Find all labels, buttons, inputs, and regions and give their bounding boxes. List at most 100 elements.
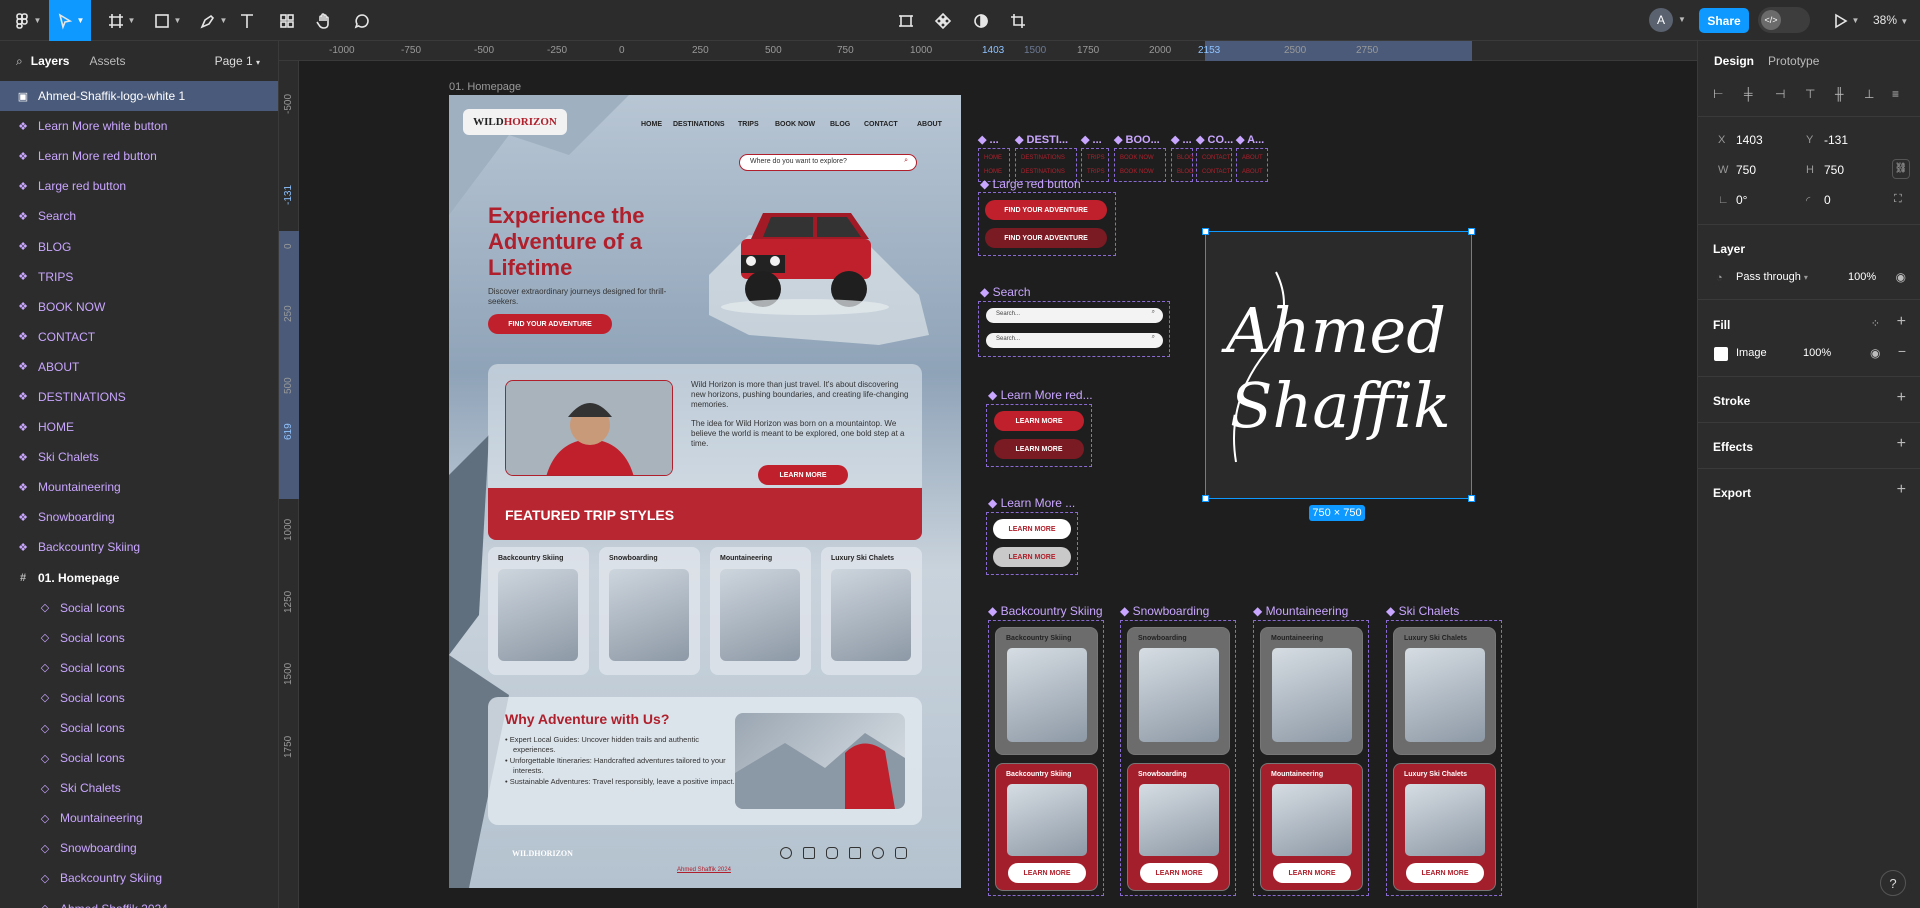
nav-variant[interactable]: BLOG	[1177, 155, 1194, 161]
learn-more-white-label[interactable]: ◆ Learn More ...	[988, 496, 1075, 510]
align-center-h-icon[interactable]: ╪	[1744, 87, 1758, 101]
learn-more-red-button-hover[interactable]: LEARN MORE	[994, 439, 1084, 459]
align-top-icon[interactable]: ⊤	[1805, 87, 1819, 101]
nav-variant[interactable]: DESTINATIONS	[1021, 155, 1065, 161]
search-component-label[interactable]: ◆ Search	[980, 285, 1031, 299]
layer-row[interactable]: ❖ TRIPS	[0, 262, 278, 292]
trip-card[interactable]: Luxury Ski Chalets	[821, 547, 922, 675]
hand-tool-button[interactable]	[313, 0, 335, 41]
trip-card[interactable]: Mountaineering	[710, 547, 811, 675]
trip-card-hover[interactable]: Mountaineering LEARN MORE	[1260, 763, 1363, 891]
zoom-level[interactable]: 38% ▼	[1873, 13, 1908, 27]
nav-component-label[interactable]: ◆ ...	[1081, 133, 1102, 146]
nav-component-label[interactable]: ◆ DESTI...	[1015, 133, 1068, 146]
layer-row[interactable]: ◇ Social Icons	[0, 653, 278, 683]
layer-row[interactable]: ◇ Ski Chalets	[0, 773, 278, 803]
add-export-icon[interactable]: +	[1897, 481, 1906, 499]
tab-design[interactable]: Design	[1714, 54, 1754, 68]
layer-row[interactable]: ◇ Mountaineering	[0, 803, 278, 833]
eye-icon[interactable]: ◉	[1896, 270, 1906, 284]
layer-row[interactable]: ❖ DESTINATIONS	[0, 382, 278, 412]
resize-handle[interactable]	[1468, 228, 1475, 235]
pen-tool-button[interactable]: ▼	[194, 0, 232, 41]
learn-more-white-set[interactable]: LEARN MORE LEARN MORE	[986, 512, 1078, 575]
trip-card-default[interactable]: Luxury Ski Chalets	[1393, 627, 1496, 755]
layer-row[interactable]: ◇ Snowboarding	[0, 833, 278, 863]
search-input[interactable]: Search... ⌕	[986, 308, 1163, 323]
canvas[interactable]: 01. Homepage WILD HORIZON HOME DESTINATIO…	[300, 61, 1697, 908]
trip-component-label[interactable]: ◆ Ski Chalets	[1386, 604, 1459, 618]
nav-component-label[interactable]: ◆ A...	[1236, 133, 1264, 146]
instagram-icon[interactable]	[826, 847, 838, 859]
fill-opacity-input[interactable]: 100%	[1803, 347, 1831, 359]
large-red-button-hover[interactable]: FIND YOUR ADVENTURE	[985, 228, 1107, 248]
layer-row[interactable]: ◇ Social Icons	[0, 593, 278, 623]
contrast-button[interactable]	[970, 0, 992, 41]
independent-corners-icon[interactable]: ⛶	[1894, 193, 1902, 206]
distribute-icon[interactable]: ≡	[1892, 87, 1906, 101]
trip-card-hover[interactable]: Luxury Ski Chalets LEARN MORE	[1393, 763, 1496, 891]
trip-component-label[interactable]: ◆ Snowboarding	[1120, 604, 1209, 618]
layer-row[interactable]: ❖ ABOUT	[0, 352, 278, 382]
nav-variant[interactable]: TRIPS	[1087, 169, 1105, 175]
homepage-frame[interactable]: WILD HORIZON HOME DESTINATIONS TRIPS BOOK…	[449, 95, 961, 888]
large-red-button[interactable]: FIND YOUR ADVENTURE	[985, 200, 1107, 220]
move-tool-button[interactable]: ▼	[49, 0, 91, 41]
resources-tool-button[interactable]	[276, 0, 298, 41]
layer-row[interactable]: ◇ Social Icons	[0, 623, 278, 653]
tab-prototype[interactable]: Prototype	[1768, 54, 1819, 68]
tab-assets[interactable]: Assets	[89, 54, 125, 68]
add-fill-icon[interactable]: +	[1897, 313, 1906, 331]
x-input[interactable]: 1403	[1736, 133, 1763, 147]
nav-contact[interactable]: CONTACT	[864, 121, 898, 128]
nav-component-set[interactable]: BLOG BLOG	[1171, 148, 1194, 182]
layer-row[interactable]: ❖ HOME	[0, 412, 278, 442]
trip-card-default[interactable]: Mountaineering	[1260, 627, 1363, 755]
page-selector[interactable]: Page 1 ▾	[215, 54, 260, 68]
layer-row[interactable]: ◇ Social Icons	[0, 683, 278, 713]
text-tool-button[interactable]	[236, 0, 258, 41]
youtube-icon[interactable]	[895, 847, 907, 859]
remove-fill-icon[interactable]: −	[1898, 343, 1906, 359]
nav-variant[interactable]: TRIPS	[1087, 155, 1105, 161]
help-button[interactable]: ?	[1880, 870, 1906, 896]
layer-row[interactable]: ◇ Social Icons	[0, 743, 278, 773]
y-input[interactable]: -131	[1824, 133, 1848, 147]
nav-variant[interactable]: HOME	[984, 169, 1002, 175]
layer-opacity-input[interactable]: 100%	[1848, 271, 1876, 283]
learn-more-red-set[interactable]: LEARN MORE LEARN MORE	[986, 404, 1092, 467]
search-input[interactable]: Search... ⌕	[986, 333, 1163, 348]
crop-button[interactable]	[1007, 0, 1029, 41]
nav-variant[interactable]: BLOG	[1177, 169, 1194, 175]
layer-row[interactable]: ❖ Ski Chalets	[0, 442, 278, 472]
layer-row[interactable]: ❖ Large red button	[0, 171, 278, 201]
dev-mode-toggle[interactable]: </>	[1758, 7, 1810, 33]
trip-component-set[interactable]: Snowboarding Snowboarding LEARN MORE	[1120, 620, 1236, 896]
trip-card-default[interactable]: Backcountry Skiing	[995, 627, 1098, 755]
trip-component-set[interactable]: Luxury Ski Chalets Luxury Ski Chalets LEAR…	[1386, 620, 1502, 896]
layer-row[interactable]: ❖ Learn More red button	[0, 141, 278, 171]
layer-row[interactable]: ❖ Snowboarding	[0, 502, 278, 532]
nav-component-label[interactable]: ◆ ...	[978, 133, 999, 146]
tab-layers[interactable]: Layers	[31, 54, 70, 68]
nav-component-label[interactable]: ◆ ...	[1171, 133, 1192, 146]
linkedin-icon[interactable]	[849, 847, 861, 859]
trip-card[interactable]: Backcountry Skiing	[488, 547, 589, 675]
height-input[interactable]: 750	[1824, 163, 1844, 177]
nav-variant[interactable]: HOME	[984, 155, 1002, 161]
learn-more-button[interactable]: LEARN MORE	[1406, 863, 1484, 883]
share-button[interactable]: Share	[1699, 8, 1749, 33]
present-button[interactable]: ▼	[1830, 0, 1860, 41]
nav-variant[interactable]: BOOK NOW	[1120, 169, 1154, 175]
eye-icon[interactable]: ◉	[1870, 346, 1880, 360]
fill-swatch[interactable]	[1714, 347, 1728, 361]
trip-card[interactable]: Snowboarding	[599, 547, 700, 675]
trip-card-hover[interactable]: Snowboarding LEARN MORE	[1127, 763, 1230, 891]
nav-variant[interactable]: CONTACT	[1202, 169, 1231, 175]
trip-card-hover[interactable]: Backcountry Skiing LEARN MORE	[995, 763, 1098, 891]
resize-handle[interactable]	[1468, 495, 1475, 502]
layer-row[interactable]: ❖ Mountaineering	[0, 472, 278, 502]
nav-home[interactable]: HOME	[641, 121, 662, 128]
layer-row[interactable]: ❖ CONTACT	[0, 322, 278, 352]
resize-handle[interactable]	[1202, 228, 1209, 235]
